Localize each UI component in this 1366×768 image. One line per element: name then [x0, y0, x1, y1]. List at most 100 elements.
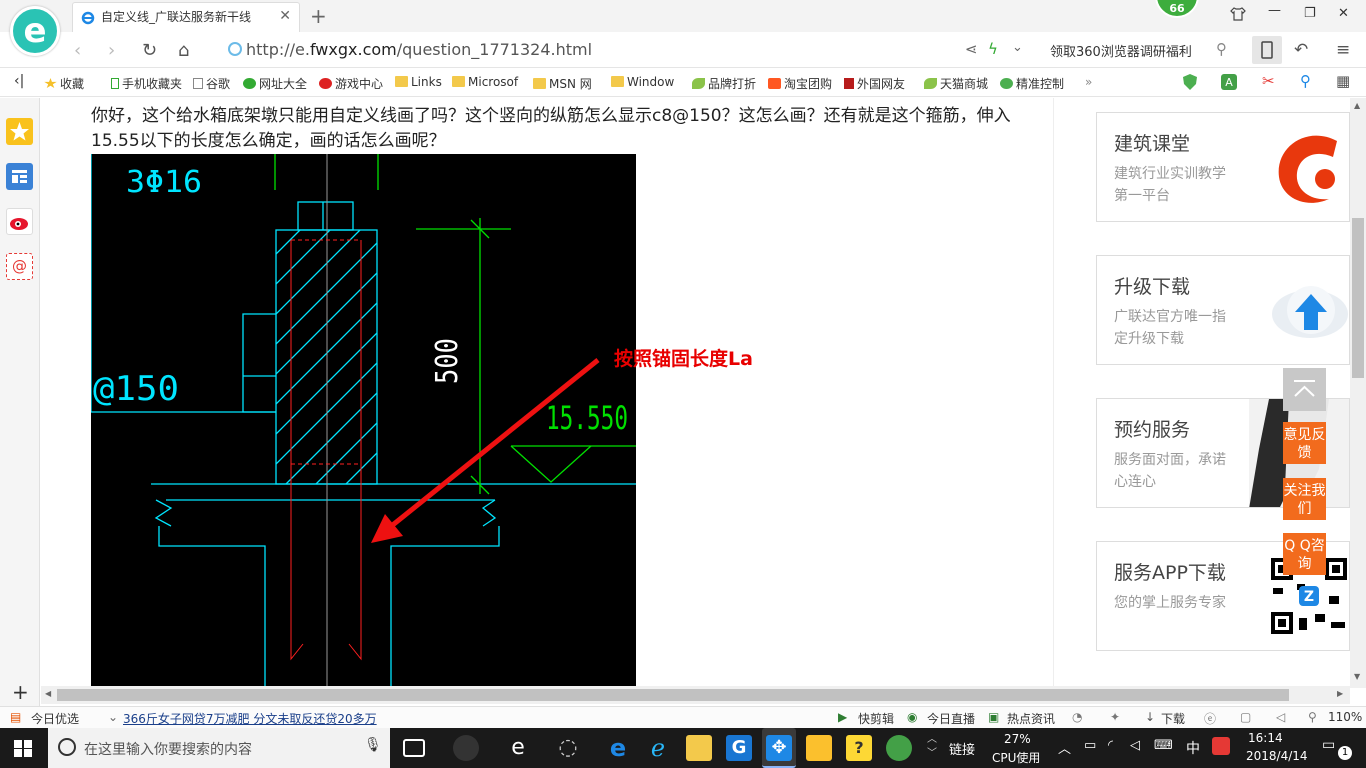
taskbar-link-label[interactable]: 链接 [949, 739, 975, 758]
360-browser-logo[interactable]: e [10, 6, 60, 56]
fav-item[interactable]: 品牌打折 [692, 75, 756, 92]
ie-icon[interactable]: ℯ [645, 735, 671, 761]
microphone-icon[interactable]: 🎙 [364, 737, 382, 753]
close-window-icon[interactable]: ✕ [1338, 6, 1349, 21]
windows-start-icon[interactable] [14, 740, 32, 760]
vertical-scroll-thumb[interactable] [1352, 218, 1364, 378]
task-view-icon[interactable] [403, 739, 425, 757]
weibo-icon[interactable] [6, 208, 33, 235]
live-link[interactable]: 今日直播 [927, 710, 975, 727]
refresh-icon[interactable]: ↻ [142, 40, 157, 61]
sogou-input-icon[interactable] [1212, 737, 1230, 755]
zoom-level[interactable]: 110% [1328, 710, 1362, 724]
360-browser-taskbar-icon[interactable]: e [505, 735, 531, 761]
download-link[interactable]: 下载 [1161, 710, 1185, 727]
battery-icon[interactable]: ▭ [1084, 738, 1096, 753]
scroll-up-icon[interactable]: ▲ [1354, 101, 1360, 110]
forward-icon[interactable]: › [108, 40, 115, 61]
fav-item[interactable]: 收藏 [44, 75, 84, 92]
edge-icon[interactable]: e [605, 735, 631, 761]
fav-item[interactable]: 谷歌 [193, 75, 230, 92]
fav-item[interactable]: 游戏中心 [319, 75, 383, 92]
hot-news-link[interactable]: 热点资讯 [1007, 710, 1055, 727]
ime-indicator[interactable]: 中 [1186, 738, 1200, 758]
scroll-left-icon[interactable]: ◀ [45, 689, 51, 698]
mute-icon[interactable]: ◁ [1276, 710, 1285, 724]
maximize-icon[interactable]: ❐ [1304, 6, 1316, 21]
card-upgrade-download[interactable]: 升级下载 广联达官方唯一指定升级下载 [1096, 255, 1350, 365]
gift-icon[interactable]: ▤ [10, 710, 21, 724]
quick-clip-link[interactable]: 快剪辑 [858, 710, 894, 727]
translate-icon[interactable]: A [1220, 73, 1238, 94]
card-building-class[interactable]: 建筑课堂 建筑行业实训教学第一平台 [1096, 112, 1350, 222]
back-icon[interactable]: ‹ [74, 40, 81, 61]
speed-icon[interactable]: ◔ [1072, 710, 1082, 724]
clock-date[interactable]: 2018/4/14 [1246, 749, 1308, 763]
mobile-icon[interactable] [1252, 36, 1282, 64]
tray-expand-icon[interactable]: ︿ [1058, 738, 1071, 757]
taskbar-search-box[interactable]: 在这里输入你要搜索的内容 🎙 [48, 728, 390, 768]
fav-item[interactable]: Window [611, 75, 674, 89]
today-picks[interactable]: 今日优选 [31, 710, 79, 727]
volume-icon[interactable]: ◁ [1130, 738, 1140, 753]
window-icon[interactable]: ▢ [1240, 710, 1251, 724]
news-ticker-link[interactable]: 366斤女子网贷7万减肥 分文未取反还贷20多万 [123, 710, 377, 727]
fav-item[interactable]: 精准控制 [1000, 75, 1064, 92]
fav-item[interactable]: Links [395, 75, 442, 89]
qq-consult-button[interactable]: Q Q咨询 [1283, 533, 1326, 575]
clock-time[interactable]: 16:14 [1248, 731, 1283, 745]
glodon-app-icon[interactable]: G [726, 735, 752, 761]
menu-icon[interactable]: ≡ [1336, 40, 1350, 60]
vertical-scrollbar[interactable]: ▲ ▼ [1350, 98, 1366, 688]
keyboard-icon[interactable]: ⌨ [1154, 738, 1173, 753]
apps-icon[interactable]: ▦ [1336, 72, 1350, 90]
shield-icon[interactable] [1182, 73, 1198, 94]
active-app-slot[interactable]: ✥ [762, 728, 796, 768]
chevron-down-icon[interactable]: ⌄ [1012, 40, 1023, 55]
news-icon[interactable] [6, 163, 33, 190]
fav-item[interactable]: 网址大全 [243, 75, 307, 92]
close-tab-icon[interactable]: ✕ [279, 8, 291, 24]
browser-tab[interactable]: 自定义线_广联达服务新干线 ✕ [72, 2, 300, 32]
fav-item[interactable]: 手机收藏夹 [111, 75, 182, 92]
address-bar[interactable]: http://e.fwxgx.com/question_1771324.html [228, 40, 592, 59]
mail-icon[interactable]: @ [6, 253, 33, 280]
scissors-icon[interactable]: ✂ [1262, 72, 1275, 90]
favorites-star-icon[interactable] [6, 118, 33, 145]
help-app-icon[interactable]: ? [846, 735, 872, 761]
fav-item[interactable]: Microsof [452, 75, 518, 89]
notification-badge[interactable]: 66 [1155, 0, 1199, 18]
pinwheel-app-icon[interactable] [453, 735, 479, 761]
taskbar-expand-icon[interactable]: ︿ ﹀ [927, 733, 937, 761]
pin-icon[interactable]: ✦ [1110, 710, 1120, 724]
follow-us-button[interactable]: 关注我们 [1283, 478, 1326, 520]
collapse-icon[interactable]: ‹| [14, 73, 24, 89]
shirt-icon[interactable] [1230, 6, 1246, 26]
share-icon[interactable]: ⋖ [965, 40, 978, 58]
add-sidebar-icon[interactable]: + [12, 680, 29, 704]
lightning-icon[interactable]: ϟ [988, 40, 998, 58]
more-favorites-icon[interactable]: » [1085, 75, 1092, 89]
fav-item[interactable]: MSN 网 [533, 75, 592, 92]
scroll-down-icon[interactable]: ▼ [1354, 672, 1360, 681]
horizontal-scrollbar[interactable]: ◀ ▶ [41, 686, 1350, 704]
file-explorer-icon[interactable] [686, 735, 712, 761]
search-tool-icon[interactable]: ⚲ [1300, 72, 1311, 90]
ie-mode-icon[interactable]: ⓔ [1204, 710, 1216, 727]
notes-app-icon[interactable] [806, 735, 832, 761]
feedback-button[interactable]: 意见反馈 [1283, 422, 1326, 464]
minimize-icon[interactable]: — [1268, 3, 1281, 18]
horizontal-scroll-thumb[interactable] [57, 689, 1289, 701]
fav-item[interactable]: 天猫商城 [924, 75, 988, 92]
undo-icon[interactable]: ↶ [1294, 40, 1308, 60]
new-tab-button[interactable]: + [310, 4, 327, 28]
notification-center-icon[interactable]: ▭ [1322, 737, 1335, 753]
scroll-right-icon[interactable]: ▶ [1337, 689, 1343, 698]
360-safe-icon[interactable] [886, 735, 912, 761]
search-icon[interactable]: ⚲ [1216, 40, 1227, 58]
home-icon[interactable]: ⌂ [178, 40, 189, 61]
wifi-icon[interactable]: ◜ [1108, 738, 1113, 753]
fav-item[interactable]: 淘宝团购 [768, 75, 832, 92]
zoom-icon[interactable]: ⚲ [1308, 710, 1317, 724]
fav-item[interactable]: 外国网友 [844, 75, 905, 92]
